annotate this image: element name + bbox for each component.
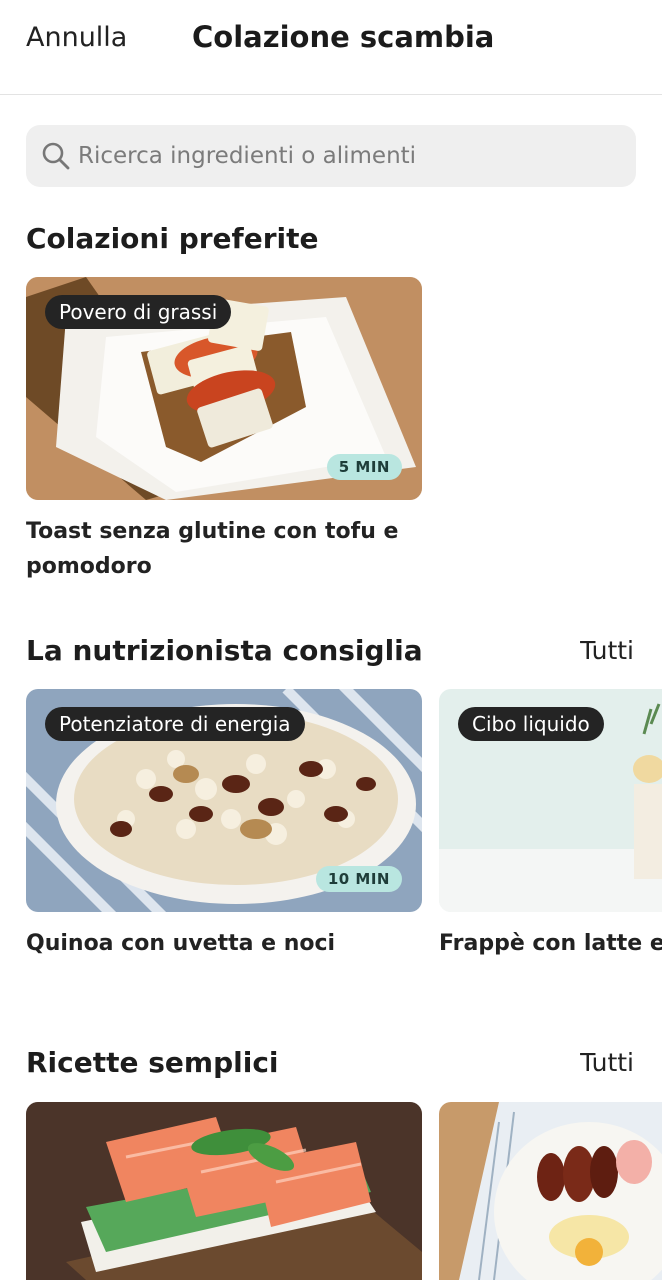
recipe-image: Cibo liquido [439, 689, 662, 912]
recipe-image: Potenziatore di energia 10 MIN [26, 689, 422, 912]
recipe-image: Povero di grassi 5 MIN [26, 277, 422, 500]
recipe-tag: Potenziatore di energia [45, 707, 305, 741]
recipe-title: Toast senza glutine con tofu e pomodoro [26, 519, 399, 579]
see-all-link[interactable]: Tutti [580, 636, 634, 665]
search-bar[interactable] [26, 125, 636, 187]
recipe-image [439, 1102, 662, 1280]
search-icon [42, 142, 70, 170]
recipe-card[interactable]: Potenziatore di energia 10 MIN Quinoa co… [26, 689, 422, 961]
recipe-image [26, 1102, 422, 1280]
time-badge: 10 MIN [315, 866, 402, 892]
section-title-simple-recipes: Ricette semplici [26, 1046, 279, 1079]
page-title: Colazione scambia [192, 20, 495, 54]
recipe-card[interactable] [439, 1102, 662, 1280]
recipe-title: Quinoa con uvetta e noci [26, 931, 336, 956]
recipe-title: Frappè con latte e banana [439, 931, 662, 956]
time-badge: 5 MIN [326, 454, 402, 480]
recipe-card[interactable]: Cibo liquido Frappè con latte e banana [439, 689, 662, 961]
cancel-button[interactable]: Annulla [26, 22, 127, 53]
recipe-tag: Cibo liquido [458, 707, 604, 741]
recipe-card[interactable]: Povero di grassi 5 MIN Toast senza gluti… [26, 277, 422, 584]
search-input[interactable] [78, 125, 618, 187]
see-all-link[interactable]: Tutti [580, 1048, 634, 1077]
top-bar: Annulla Colazione scambia [0, 0, 662, 95]
recipe-tag: Povero di grassi [45, 295, 232, 329]
section-title-favorites: Colazioni preferite [26, 222, 319, 255]
section-title-nutritionist: La nutrizionista consiglia [26, 634, 423, 667]
recipe-card[interactable] [26, 1102, 422, 1280]
